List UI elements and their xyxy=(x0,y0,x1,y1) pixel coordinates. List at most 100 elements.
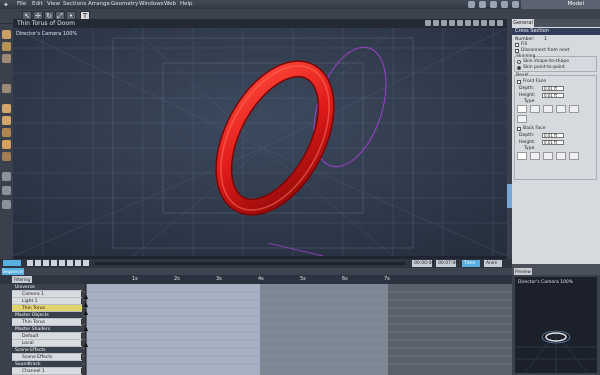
view-icon-4[interactable] xyxy=(449,20,455,26)
menu-web[interactable]: Web xyxy=(164,1,176,7)
tree-row[interactable]: Local xyxy=(12,340,82,347)
front-depth-label: Depth: xyxy=(519,86,535,91)
cross-section-header[interactable]: Cross Section xyxy=(512,28,600,35)
tool-icon-1[interactable] xyxy=(2,30,11,39)
tree-row[interactable]: Master Objects xyxy=(12,312,82,319)
tool-icon-7[interactable] xyxy=(2,128,11,137)
tree-row[interactable]: Light 1 xyxy=(12,298,82,305)
view-icon-7[interactable] xyxy=(473,20,479,26)
view-icon-1[interactable] xyxy=(425,20,431,26)
frame-start-field[interactable]: 00:00:00 xyxy=(412,260,434,267)
play-button[interactable] xyxy=(51,260,57,266)
zoom-tool-icon[interactable] xyxy=(2,186,11,195)
bevel-type-icon-5[interactable] xyxy=(569,105,579,113)
disconnect-checkbox[interactable] xyxy=(515,49,519,53)
prev-frame-button[interactable] xyxy=(43,260,49,266)
tab-preview[interactable]: Preview xyxy=(514,268,532,275)
view-icon-9[interactable] xyxy=(489,20,495,26)
eye-tool-icon[interactable] xyxy=(2,200,11,209)
tool-icon-9[interactable] xyxy=(2,152,11,161)
ruler-tick: 5s xyxy=(300,276,306,282)
tree-row[interactable]: Thin Torus xyxy=(12,319,82,326)
prev-key-button[interactable] xyxy=(35,260,41,266)
view-icon-5[interactable] xyxy=(457,20,463,26)
back-bevel-type-icon-1[interactable] xyxy=(517,152,527,160)
back-face-checkbox[interactable] xyxy=(517,127,521,131)
front-face-checkbox[interactable] xyxy=(517,80,521,84)
time-scrubber[interactable] xyxy=(95,262,405,265)
view-icon-8[interactable] xyxy=(481,20,487,26)
view-icon-6[interactable] xyxy=(465,20,471,26)
anim-button[interactable]: Anim xyxy=(484,260,502,267)
tree-row[interactable]: Universe xyxy=(12,284,82,291)
loop-button[interactable] xyxy=(83,260,89,266)
tree-row[interactable]: Default xyxy=(12,333,82,340)
next-key-button[interactable] xyxy=(67,260,73,266)
front-depth-input[interactable]: 0.01 ft xyxy=(542,86,564,91)
3d-viewport[interactable]: Director's Camera 100% xyxy=(13,28,507,256)
back-bevel-type-icon-4[interactable] xyxy=(556,152,566,160)
back-bevel-type-icon-3[interactable] xyxy=(543,152,553,160)
hand-tool-icon[interactable] xyxy=(2,172,11,181)
back-type-label: Type xyxy=(524,146,535,151)
back-height-input[interactable]: 0.01 ft xyxy=(542,140,564,145)
last-frame-button[interactable] xyxy=(75,260,81,266)
back-depth-input[interactable]: 0.01 ft xyxy=(542,133,564,138)
fill-checkbox[interactable] xyxy=(515,43,519,47)
model-room-button[interactable]: Model xyxy=(521,0,600,9)
view-icon-3[interactable] xyxy=(441,20,447,26)
next-frame-button[interactable] xyxy=(59,260,65,266)
animate-button[interactable] xyxy=(3,260,21,266)
tab-general[interactable]: General xyxy=(512,19,534,27)
room-icon-5[interactable] xyxy=(512,1,519,8)
view-icon-10[interactable] xyxy=(497,20,503,26)
view-icon-2[interactable] xyxy=(433,20,439,26)
skin-point-radio[interactable] xyxy=(517,66,521,70)
menu-sections[interactable]: Sections xyxy=(63,1,86,7)
frame-end-field[interactable]: 00:07:00 xyxy=(436,260,458,267)
menu-bar: ✦ File Edit View Sections Arrange Geomet… xyxy=(0,0,600,9)
tool-icon-2[interactable] xyxy=(2,42,11,51)
first-frame-button[interactable] xyxy=(27,260,33,266)
timeline-tracks[interactable] xyxy=(82,284,512,375)
sequencer-tab[interactable]: Sequencer xyxy=(2,268,24,275)
bevel-type-icon-1[interactable] xyxy=(517,105,527,113)
tree-row[interactable]: Channel 1 xyxy=(12,368,82,375)
menu-arrange[interactable]: Arrange xyxy=(88,1,110,7)
menu-view[interactable]: View xyxy=(47,1,60,7)
tool-icon-4[interactable] xyxy=(2,84,11,93)
tree-row[interactable]: Master Shaders xyxy=(12,326,82,333)
tree-row[interactable]: Camera 1 xyxy=(12,291,82,298)
bevel-type-icon-6[interactable] xyxy=(517,115,527,123)
timeline-top-bar: Sequencer xyxy=(0,268,512,275)
front-height-input[interactable]: 0.01 ft xyxy=(542,93,564,98)
bevel-type-icon-4[interactable] xyxy=(556,105,566,113)
room-icon-1[interactable] xyxy=(468,1,475,8)
tree-row[interactable]: Soundtrack xyxy=(12,361,82,368)
filtering-field[interactable]: Filtering xyxy=(12,276,32,283)
tool-icon-5[interactable] xyxy=(2,104,11,113)
tree-row[interactable]: Scene Effects xyxy=(12,354,82,361)
back-bevel-type-icon-5[interactable] xyxy=(569,152,579,160)
preview-viewport[interactable]: Director's Camera 100% xyxy=(515,277,597,373)
room-icon-2[interactable] xyxy=(479,1,486,8)
menu-help[interactable]: Help xyxy=(180,1,193,7)
menu-geometry[interactable]: Geometry xyxy=(111,1,138,7)
bevel-type-icon-3[interactable] xyxy=(543,105,553,113)
tree-row[interactable]: Scene Effects xyxy=(12,347,82,354)
time-button[interactable]: Time xyxy=(462,260,480,267)
time-ruler[interactable]: 1s 2s 3s 4s 5s 6s 7s xyxy=(82,275,512,284)
room-icon-3[interactable] xyxy=(490,1,497,8)
menu-edit[interactable]: Edit xyxy=(32,1,43,7)
tool-icon-8[interactable] xyxy=(2,140,11,149)
menu-file[interactable]: File xyxy=(17,1,26,7)
tool-icon-3[interactable] xyxy=(2,54,11,63)
room-icon-4[interactable] xyxy=(501,1,508,8)
tree-row[interactable]: Thin Torus xyxy=(12,305,82,312)
bevel-type-icon-2[interactable] xyxy=(530,105,540,113)
menu-windows[interactable]: Windows xyxy=(139,1,164,7)
front-height-label: Height: xyxy=(519,93,536,98)
skin-shape-radio[interactable] xyxy=(517,60,521,64)
back-bevel-type-icon-2[interactable] xyxy=(530,152,540,160)
tool-icon-6[interactable] xyxy=(2,116,11,125)
